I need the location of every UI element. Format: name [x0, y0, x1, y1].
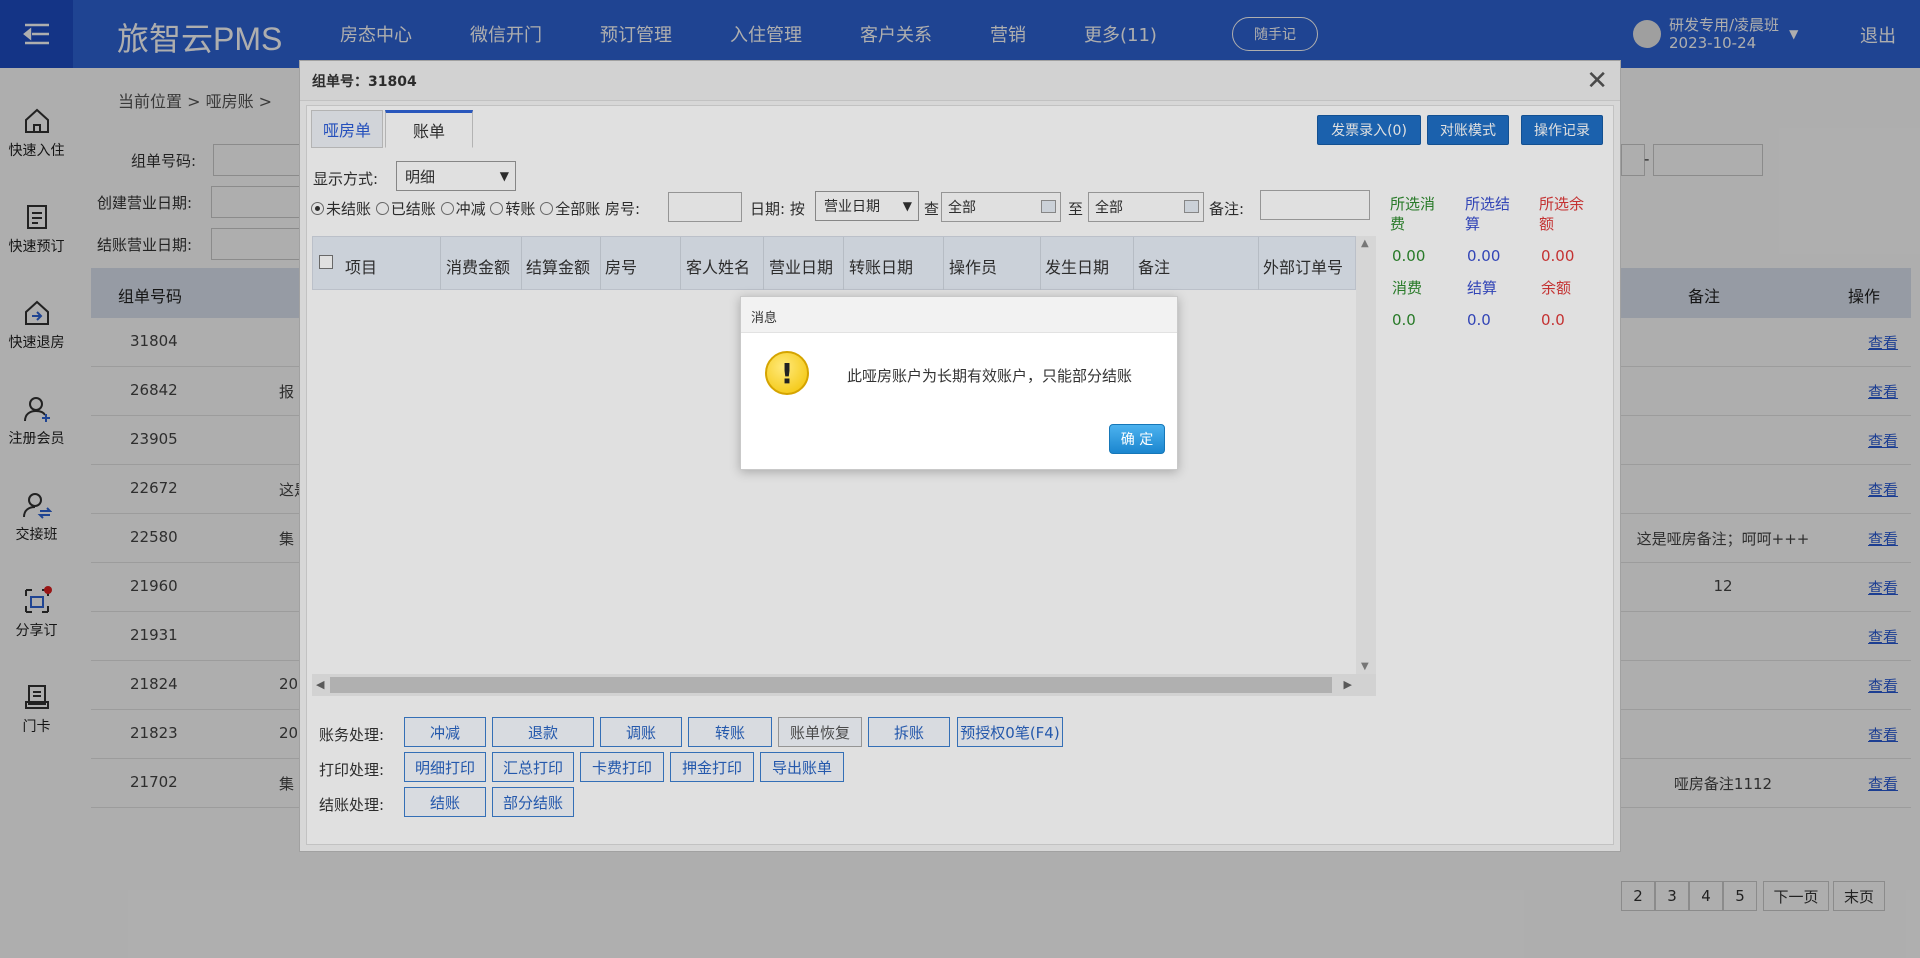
message-overlay: [0, 0, 1920, 958]
warning-icon: !: [765, 351, 809, 395]
message-title: 消息: [751, 311, 778, 326]
ok-button[interactable]: 确 定: [1109, 424, 1165, 454]
message-text: 此哑房账户为长期有效账户，只能部分结账: [847, 367, 1133, 385]
message-dialog: 消息 ! 此哑房账户为长期有效账户，只能部分结账 确 定: [740, 296, 1178, 470]
